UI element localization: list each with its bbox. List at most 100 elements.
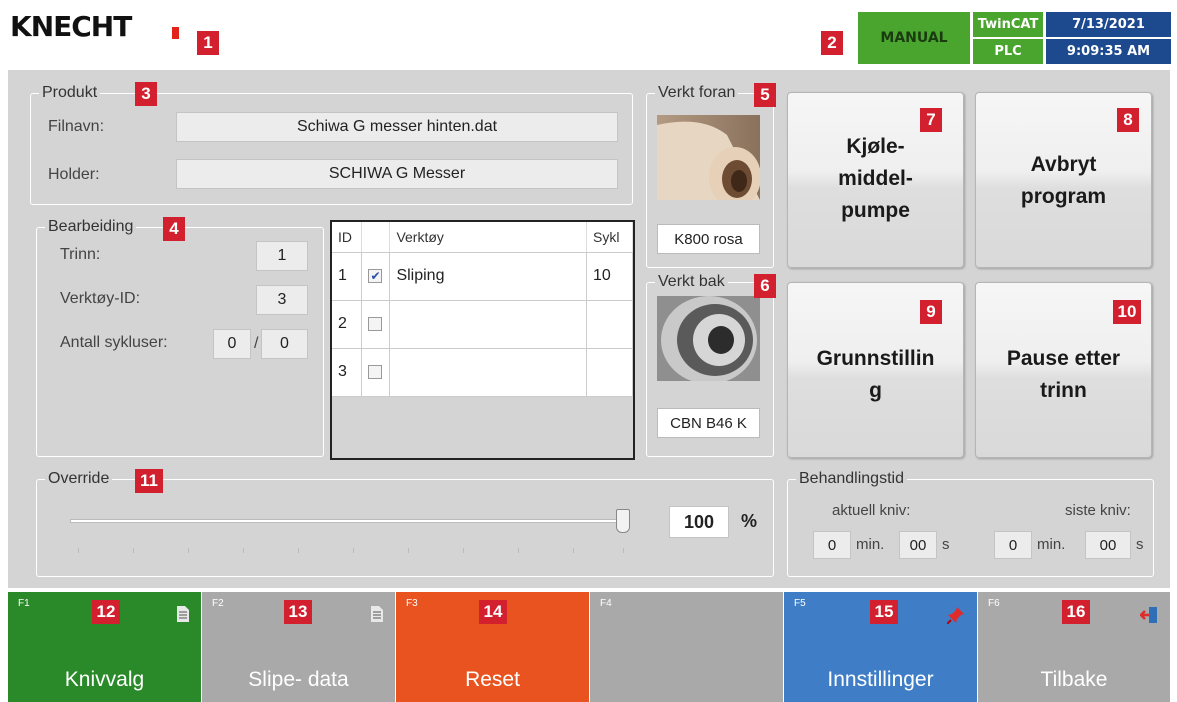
f3-label: Reset (465, 668, 520, 691)
verkt-foran-label: K800 rosa (657, 224, 760, 254)
pause-after-step-label-line2: trinn (1040, 379, 1087, 402)
pin-icon (947, 607, 964, 624)
override-slider-track[interactable] (70, 519, 630, 523)
row-checkbox[interactable] (368, 364, 383, 379)
override-unit: % (741, 511, 758, 531)
row-sykl (586, 300, 633, 349)
antall-total-value: 0 (261, 329, 308, 359)
main-panel: Produkt 3 Filnavn: Schiwa G messer hinte… (8, 70, 1170, 588)
marker-5: 5 (754, 83, 776, 107)
slider-tick (518, 548, 519, 553)
marker-8: 8 (1117, 108, 1139, 132)
current-min-unit: min. (856, 536, 885, 553)
holder-field[interactable]: SCHIWA G Messer (176, 159, 618, 189)
current-sec-unit: s (942, 536, 950, 553)
f1-label: Knivvalg (64, 668, 145, 691)
f4-key-label: F4 (600, 598, 612, 609)
twincat-status: TwinCAT (973, 12, 1043, 37)
marker-16: 16 (1062, 600, 1090, 624)
f4-empty-button[interactable]: F4 (590, 592, 783, 702)
col-header-check (361, 222, 391, 253)
verkt-bak-label: CBN B46 K (657, 408, 760, 438)
slider-tick (573, 548, 574, 553)
grinding-wheel-image (657, 296, 760, 381)
row-tool: Sliping (389, 252, 588, 301)
slider-tick (408, 548, 409, 553)
f1-key-label: F1 (18, 598, 30, 609)
marker-13: 13 (284, 600, 312, 624)
home-position-label-line2: g (869, 379, 882, 402)
marker-9: 9 (920, 300, 942, 324)
trinn-value: 1 (256, 241, 308, 271)
slider-tick (298, 548, 299, 553)
filnavn-field[interactable]: Schiwa G messer hinten.dat (176, 112, 618, 142)
function-key-bar: F1 Knivvalg F2 Slipe- data F3 Reset F4 F… (8, 592, 1170, 702)
document-icon (371, 606, 383, 622)
current-min-value: 0 (813, 531, 851, 559)
marker-6: 6 (754, 274, 776, 298)
row-id: 2 (332, 300, 363, 349)
coolant-pump-label-line1: Kjøle- (846, 135, 905, 158)
marker-12: 12 (92, 600, 120, 624)
f6-label: Tilbake (1040, 668, 1108, 691)
override-title: Override (45, 470, 113, 488)
last-sec-value: 00 (1085, 531, 1131, 559)
coolant-pump-label-line2: middel- (838, 167, 913, 190)
row-sykl: 10 (586, 252, 633, 301)
marker-11: 11 (135, 469, 163, 493)
col-header-id: ID (332, 222, 363, 253)
override-group: Override (36, 470, 774, 577)
slider-tick (623, 548, 624, 553)
plc-status: PLC (973, 39, 1043, 64)
marker-2: 2 (821, 31, 843, 55)
exit-door-icon (1140, 607, 1157, 623)
verktoy-id-label: Verktøy-ID: (60, 290, 141, 307)
marker-7: 7 (920, 108, 942, 132)
row-tool (389, 300, 588, 349)
document-icon (177, 606, 189, 622)
mode-badge: MANUAL (858, 12, 970, 64)
table-row[interactable]: 3 (332, 348, 633, 397)
current-knife-label: aktuell kniv: (832, 502, 911, 519)
slider-tick (78, 548, 79, 553)
table-header-row: ID Verktøy Sykl (332, 222, 633, 253)
knecht-logo: KNECHT (10, 10, 132, 43)
f5-label: Innstillinger (827, 668, 934, 691)
behandlingstid-title: Behandlingstid (796, 470, 907, 488)
f5-key-label: F5 (794, 598, 806, 609)
slider-tick (133, 548, 134, 553)
produkt-title: Produkt (39, 84, 101, 102)
marker-4: 4 (163, 217, 185, 241)
row-checkbox[interactable] (368, 316, 383, 331)
row-id: 1 (332, 252, 363, 301)
row-sykl (586, 348, 633, 397)
abort-program-label-line2: program (1020, 185, 1107, 208)
holder-label: Holder: (48, 166, 100, 183)
marker-3: 3 (135, 82, 157, 106)
tool-table: ID Verktøy Sykl 1 ✔ Sliping 10 2 3 (330, 220, 635, 460)
last-knife-label: siste kniv: (1065, 502, 1131, 519)
slider-tick (463, 548, 464, 553)
antall-separator: / (254, 335, 259, 352)
last-min-unit: min. (1037, 536, 1066, 553)
verkt-bak-title: Verkt bak (655, 273, 728, 291)
slider-tick (243, 548, 244, 553)
logo-red-mark (172, 27, 179, 39)
verkt-foran-title: Verkt foran (655, 84, 739, 102)
row-checkbox[interactable]: ✔ (368, 268, 383, 283)
pause-after-step-label-line1: Pause etter (1006, 347, 1121, 370)
last-min-value: 0 (994, 531, 1032, 559)
header-bar: KNECHT 1 2 MANUAL TwinCAT PLC 7/13/2021 … (0, 0, 1177, 68)
trinn-label: Trinn: (60, 246, 101, 263)
slider-tick (353, 548, 354, 553)
override-slider-thumb[interactable] (616, 509, 630, 533)
abort-program-label-line1: Avbryt (1030, 153, 1097, 176)
bearbeiding-title: Bearbeiding (45, 218, 137, 236)
table-row[interactable]: 1 ✔ Sliping 10 (332, 252, 633, 301)
override-value[interactable]: 100 (669, 506, 729, 538)
table-row[interactable]: 2 (332, 300, 633, 349)
time-display: 9:09:35 AM (1046, 39, 1171, 64)
marker-1: 1 (197, 31, 219, 55)
last-sec-unit: s (1136, 536, 1144, 553)
row-tool (389, 348, 588, 397)
